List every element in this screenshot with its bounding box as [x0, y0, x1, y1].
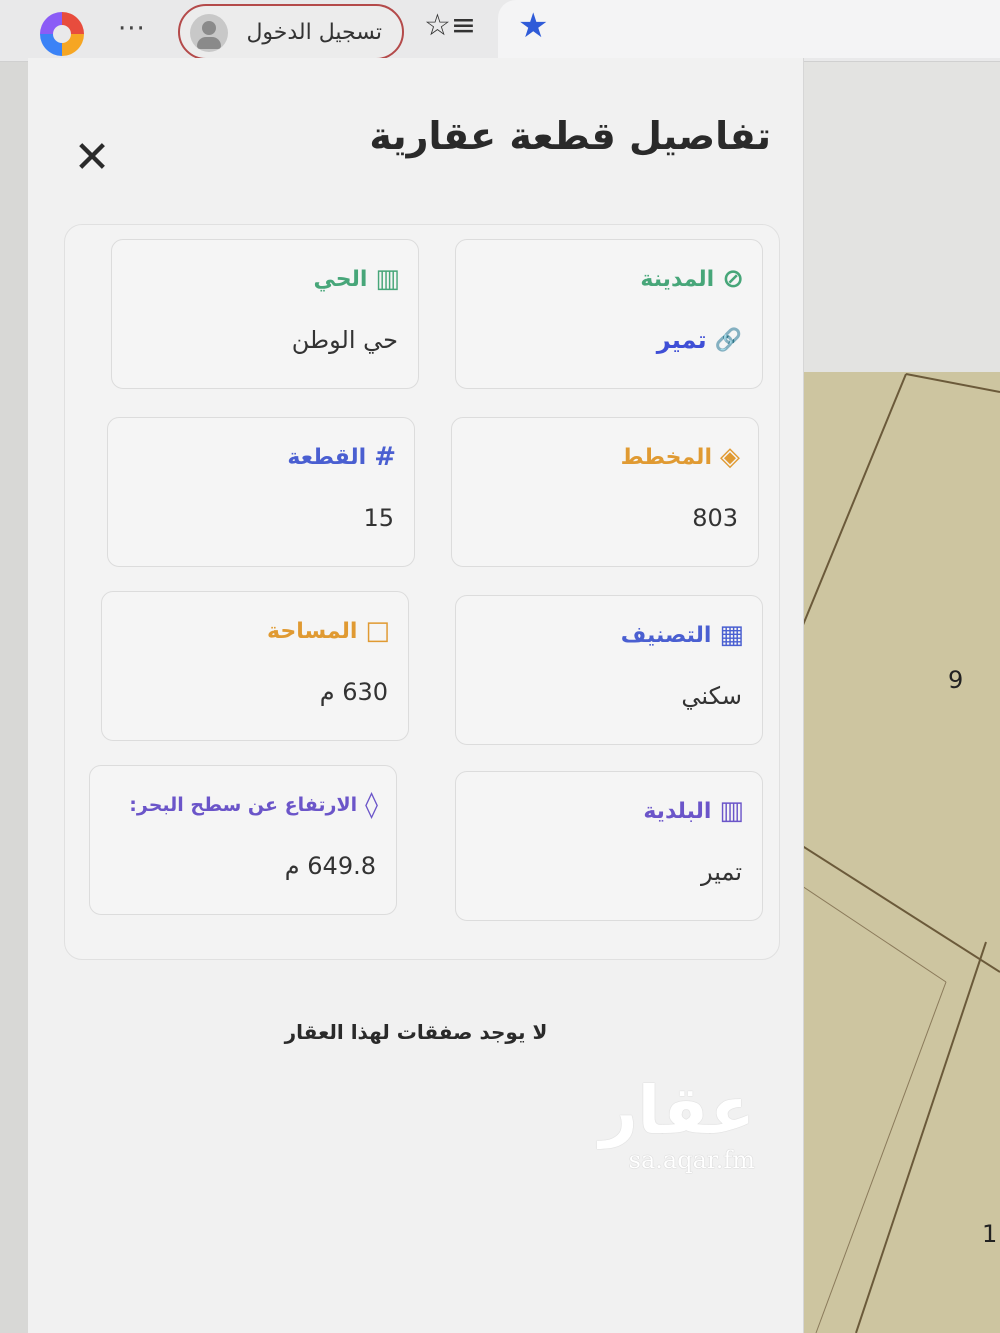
map-parcel-label: 9 — [948, 666, 963, 694]
favorites-icon[interactable]: ☆≡ — [424, 8, 476, 43]
layers-icon: ◈ — [720, 442, 740, 472]
city-label: المدينة — [640, 266, 715, 292]
municipality-label: البلدية — [643, 798, 712, 824]
map-parcel-label: 1 — [982, 1220, 997, 1248]
copilot-logo-icon[interactable] — [40, 12, 84, 56]
watermark-brand: عقار — [599, 1072, 755, 1149]
district-value: حي الوطن — [291, 326, 398, 354]
classification-value: سكني — [681, 682, 742, 710]
square-icon: □ — [365, 616, 390, 646]
classification-label: التصنيف — [620, 622, 712, 648]
map-parcel-lines: 9 1 — [796, 373, 1000, 1333]
area-label: المساحة — [267, 618, 358, 644]
compass-icon: ⊘ — [722, 264, 744, 294]
plot-label: القطعة — [287, 444, 367, 470]
plot-value: 15 — [363, 504, 394, 532]
map-icon: ▥ — [719, 796, 744, 826]
plot-details-panel: تفاصيل قطعة عقارية ✕ ⊘ المدينة 🔗 تمير ▥ … — [28, 58, 804, 1333]
browser-toolbar: ··· تسجيل الدخول ☆≡ ★ — [0, 0, 1000, 62]
classification-card: ▦ التصنيف سكني — [455, 595, 763, 745]
area-value: 630 م — [319, 678, 388, 706]
more-options-button[interactable]: ··· — [118, 14, 146, 44]
municipality-value: تمير — [700, 858, 742, 886]
plan-label: المخطط — [620, 444, 712, 470]
elevation-card: ◊ الارتفاع عن سطح البحر: 649.8 م — [89, 765, 397, 915]
district-card: ▥ الحي حي الوطن — [111, 239, 419, 389]
plan-value: 803 — [692, 504, 738, 532]
map-view[interactable]: 9 1 — [796, 62, 1000, 1333]
plot-card: # القطعة 15 — [107, 417, 415, 567]
city-value: تمير — [656, 326, 707, 354]
no-deals-message: لا يوجد صفقات لهذا العقار — [284, 1020, 548, 1044]
plan-card: ◈ المخطط 803 — [451, 417, 759, 567]
details-grid: ⊘ المدينة 🔗 تمير ▥ الحي حي الوطن ◈ المخط… — [64, 224, 780, 960]
aqar-watermark: عقار sa.aqar.fm — [599, 1072, 755, 1175]
city-link[interactable]: 🔗 تمير — [657, 326, 742, 354]
link-icon: 🔗 — [714, 327, 742, 353]
bookmark-star-icon[interactable]: ★ — [518, 6, 548, 46]
page-title: تفاصيل قطعة عقارية — [369, 114, 771, 158]
login-button[interactable]: تسجيل الدخول — [178, 4, 404, 60]
login-label: تسجيل الدخول — [246, 20, 382, 45]
avatar-icon — [190, 14, 228, 52]
elevation-label: الارتفاع عن سطح البحر: — [129, 794, 358, 816]
grid-icon: ▦ — [719, 620, 744, 650]
close-button[interactable]: ✕ — [68, 134, 116, 182]
watermark-domain: sa.aqar.fm — [628, 1146, 755, 1174]
active-tab[interactable]: ★ — [498, 0, 1000, 58]
district-label: الحي — [313, 266, 368, 292]
area-card: □ المساحة 630 م — [101, 591, 409, 741]
map-icon: ▥ — [375, 264, 400, 294]
municipality-card: ▥ البلدية تمير — [455, 771, 763, 921]
droplet-icon: ◊ — [365, 790, 378, 820]
hash-icon: # — [374, 442, 396, 472]
elevation-value: 649.8 م — [284, 852, 376, 880]
city-card: ⊘ المدينة 🔗 تمير — [455, 239, 763, 389]
